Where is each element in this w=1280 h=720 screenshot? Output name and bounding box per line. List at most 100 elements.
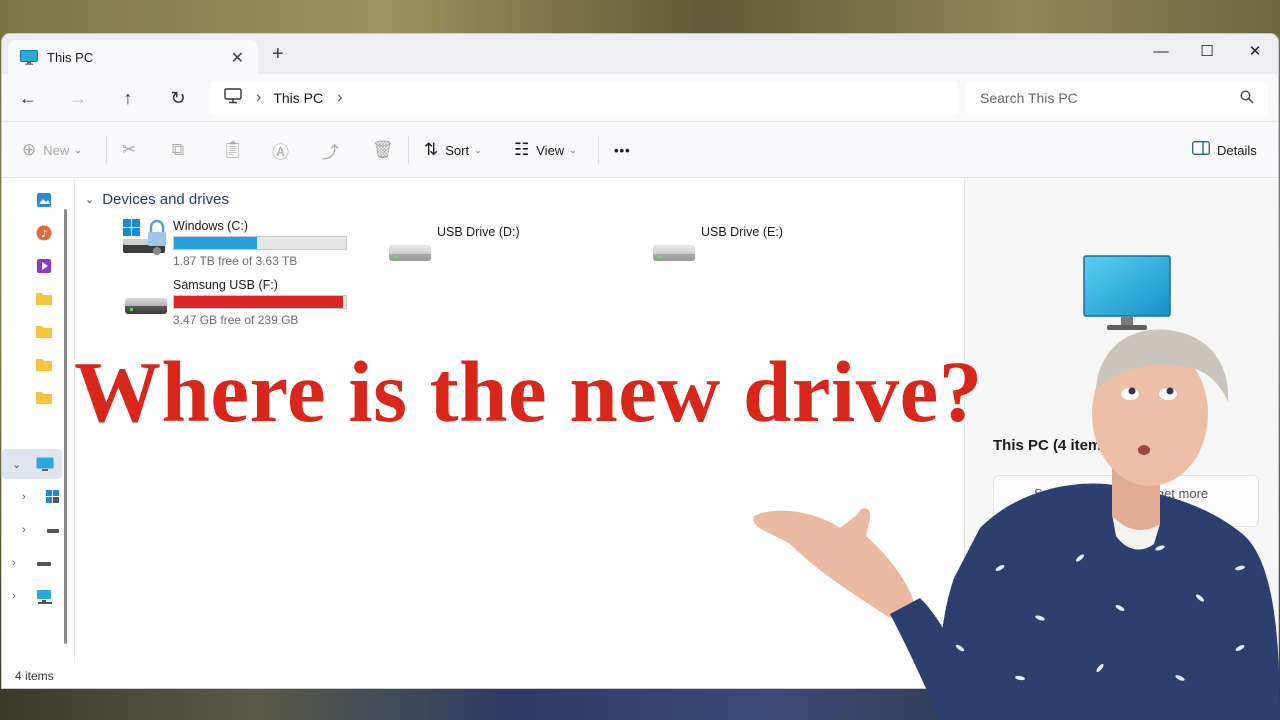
presenter-photo: [740, 318, 1280, 720]
up-button[interactable]: ↑: [116, 86, 140, 110]
drive-name: USB Drive (D:): [437, 225, 520, 239]
sort-button[interactable]: ⇅ Sort ⌄: [424, 139, 482, 161]
usb-drive-icon: [121, 276, 167, 316]
trash-icon: 🗑︎: [372, 140, 394, 159]
paste-button[interactable]: 📋︎: [222, 139, 251, 161]
music-icon: ♪: [36, 225, 52, 241]
drive-icon: [46, 523, 62, 537]
divider: [106, 136, 107, 164]
view-label: View: [536, 142, 565, 158]
close-window-button[interactable]: ✕: [1232, 38, 1278, 64]
drive-usb-d[interactable]: USB Drive (D:): [385, 223, 520, 263]
sidebar-item-folder[interactable]: [2, 316, 62, 346]
breadcrumb-separator: ›: [256, 89, 262, 106]
tab-this-pc[interactable]: This PC ✕: [8, 40, 258, 74]
delete-button[interactable]: 🗑︎: [372, 139, 401, 161]
refresh-button[interactable]: ↻: [166, 86, 190, 110]
share-button[interactable]: ⤴: [322, 139, 346, 162]
details-button[interactable]: Details: [1192, 139, 1257, 161]
address-bar[interactable]: › This PC ›: [210, 81, 958, 115]
chevron-down-icon: ⌄: [474, 144, 482, 155]
svg-text:♪: ♪: [41, 229, 47, 240]
sidebar-item-folder[interactable]: [2, 283, 62, 313]
sidebar-item-drive[interactable]: ›: [2, 482, 62, 512]
plus-circle-icon: ⊕: [22, 140, 37, 159]
pictures-icon: [36, 192, 52, 207]
divider: [408, 136, 409, 164]
back-button[interactable]: ←: [16, 86, 40, 110]
drive-name: Windows (C:): [173, 219, 249, 233]
sidebar-item-this-pc[interactable]: ⌄: [2, 449, 62, 479]
monitor-icon: [224, 87, 242, 109]
cut-button[interactable]: ✂: [122, 139, 143, 161]
command-bar: ⊕ New ⌄ ✂ ⧉ 📋︎ Ⓐ ⤴ 🗑︎ ⇅ Sort ⌄ ☷ View ⌄ …: [2, 122, 1278, 178]
status-bar: 4 items: [2, 663, 74, 688]
drive-usb-e[interactable]: USB Drive (E:): [649, 223, 783, 263]
chevron-down-icon: ⌄: [74, 144, 82, 155]
search-icon[interactable]: [1240, 90, 1254, 104]
sidebar-item-network[interactable]: ›: [2, 581, 62, 611]
search-input[interactable]: [980, 90, 1230, 106]
chevron-right-icon[interactable]: ›: [12, 557, 28, 569]
chevron-right-icon[interactable]: ›: [22, 524, 38, 536]
rename-button[interactable]: Ⓐ: [272, 139, 296, 162]
chevron-down-icon: ⌄: [85, 194, 95, 206]
windows-drive-icon: [46, 490, 62, 504]
sort-label: Sort: [445, 142, 470, 158]
details-label: Details: [1217, 142, 1257, 158]
drive-windows-c[interactable]: Windows (C:) 1.87 TB free of 3.63 TB: [121, 217, 347, 268]
new-button[interactable]: ⊕ New ⌄: [22, 139, 82, 161]
divider: [598, 136, 599, 164]
maximize-button[interactable]: ☐: [1184, 38, 1230, 64]
drive-free-space: 3.47 GB free of 239 GB: [173, 313, 299, 327]
folder-icon: [36, 390, 52, 404]
sidebar-item-drive[interactable]: ›: [2, 515, 62, 545]
details-pane-icon: [1192, 140, 1210, 160]
copy-icon: ⧉: [172, 140, 185, 159]
chevron-right-icon[interactable]: ›: [12, 590, 28, 602]
tab-close-icon[interactable]: ✕: [231, 48, 244, 68]
tab-label: This PC: [47, 49, 94, 65]
sidebar-item-folder[interactable]: [2, 349, 62, 379]
forward-button[interactable]: →: [66, 86, 90, 110]
chevron-down-icon: ⌄: [569, 144, 577, 155]
breadcrumb-chevron[interactable]: ›: [337, 89, 342, 107]
drive-name: USB Drive (E:): [701, 225, 783, 239]
capacity-bar-fill: [174, 237, 258, 249]
new-label: New: [43, 142, 70, 158]
copy-button[interactable]: ⧉: [172, 139, 191, 161]
sidebar-item-pictures[interactable]: [2, 184, 62, 214]
drive-samsung-f[interactable]: Samsung USB (F:) 3.47 GB free of 239 GB: [121, 276, 347, 327]
drive-name: Samsung USB (F:): [173, 278, 278, 292]
sidebar-item-drive[interactable]: ›: [2, 548, 62, 578]
breadcrumb-this-pc[interactable]: This PC: [273, 90, 323, 106]
search-box[interactable]: [966, 81, 1268, 115]
background-top: [0, 0, 1280, 34]
minimize-button[interactable]: —: [1138, 38, 1184, 64]
network-icon: [36, 589, 52, 604]
capacity-bar: [173, 236, 347, 250]
usb-drive-icon: [649, 223, 695, 263]
view-button[interactable]: ☷ View ⌄: [514, 139, 577, 161]
view-list-icon: ☷: [514, 140, 530, 159]
chevron-down-icon[interactable]: ⌄: [12, 458, 28, 471]
more-options-button[interactable]: •••: [614, 139, 631, 161]
new-tab-button[interactable]: +: [272, 44, 284, 64]
scissors-icon: ✂: [122, 140, 137, 159]
sidebar-item-videos[interactable]: [2, 250, 62, 280]
sidebar-item-music[interactable]: ♪: [2, 217, 62, 247]
sidebar-scrollbar[interactable]: [64, 209, 67, 644]
item-count: 4 items: [15, 669, 54, 683]
devices-group-header[interactable]: ⌄ Devices and drives: [85, 191, 229, 208]
chevron-right-icon[interactable]: ›: [22, 491, 38, 503]
drive-icon: [36, 556, 52, 570]
capacity-bar-fill: [174, 296, 344, 308]
group-title: Devices and drives: [102, 191, 229, 208]
folder-icon: [36, 291, 52, 305]
videos-icon: [36, 258, 52, 273]
sidebar-item-folder[interactable]: [2, 382, 62, 412]
this-pc-icon: [36, 457, 54, 471]
folder-icon: [36, 324, 52, 338]
title-bar: This PC ✕ + — ☐ ✕: [2, 34, 1278, 74]
navigation-bar: ← → ↑ ↻ › This PC ›: [2, 74, 1278, 122]
